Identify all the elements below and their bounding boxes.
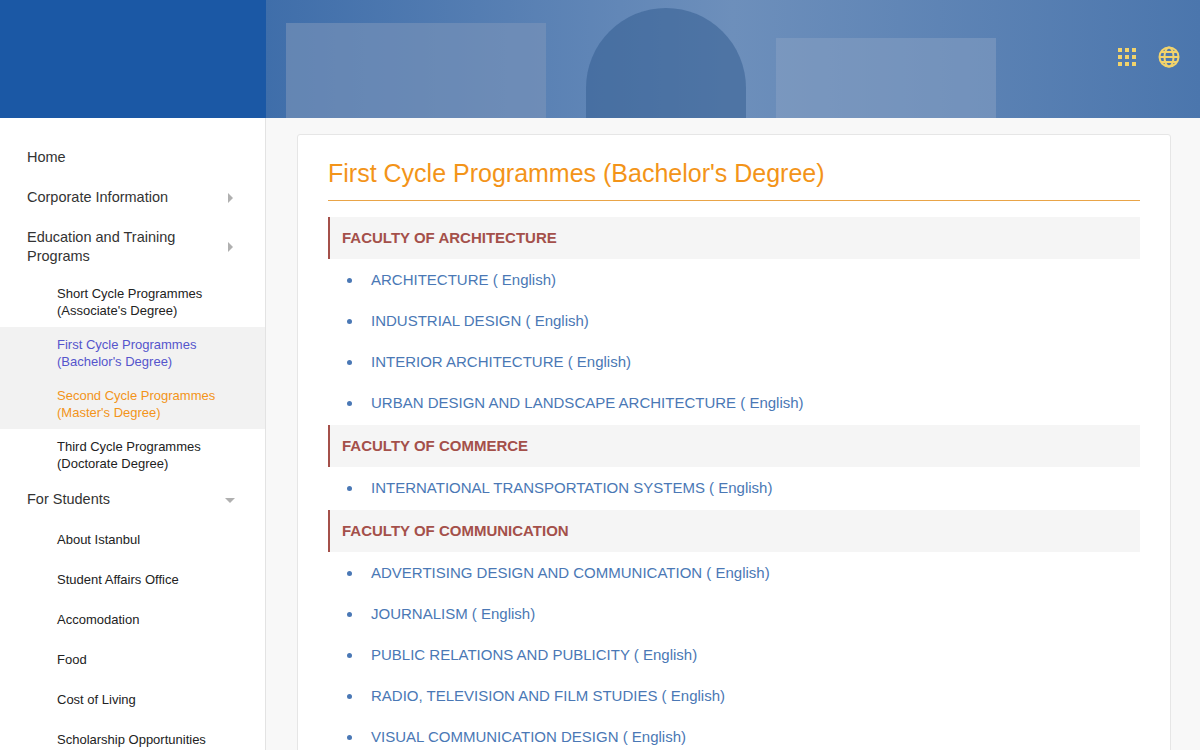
programme-link[interactable]: PUBLIC RELATIONS AND PUBLICITY ( English…: [371, 644, 697, 667]
programme-item: INDUSTRIAL DESIGN ( English): [328, 301, 1140, 342]
sidebar-item[interactable]: Third Cycle Programmes (Doctorate Degree…: [0, 429, 265, 480]
programme-item: PUBLIC RELATIONS AND PUBLICITY ( English…: [328, 635, 1140, 676]
page-title: First Cycle Programmes (Bachelor's Degre…: [328, 157, 1140, 201]
apps-grid-icon[interactable]: [1118, 48, 1136, 66]
bullet-icon: [347, 278, 352, 283]
programme-item: URBAN DESIGN AND LANDSCAPE ARCHITECTURE …: [328, 383, 1140, 424]
sidebar-item[interactable]: Student Affairs Office: [0, 560, 265, 600]
programme-item: VISUAL COMMUNICATION DESIGN ( English): [328, 717, 1140, 750]
programme-link[interactable]: INTERIOR ARCHITECTURE ( English): [371, 351, 631, 374]
faculty-header: FACULTY OF ARCHITECTURE: [328, 217, 1140, 259]
programme-link[interactable]: ARCHITECTURE ( English): [371, 269, 556, 292]
sidebar-item[interactable]: Scholarship Opportunities: [0, 720, 265, 750]
sidebar-item[interactable]: Cost of Living: [0, 680, 265, 720]
programme-item: ADVERTISING DESIGN AND COMMUNICATION ( E…: [328, 553, 1140, 594]
programme-list: ARCHITECTURE ( English) INDUSTRIAL DESIGN…: [328, 259, 1140, 425]
sidebar-item[interactable]: About Istanbul: [0, 520, 265, 560]
programme-link[interactable]: JOURNALISM ( English): [371, 603, 535, 626]
programme-item: INTERIOR ARCHITECTURE ( English): [328, 342, 1140, 383]
programme-item: ARCHITECTURE ( English): [328, 260, 1140, 301]
site-header: [0, 0, 1200, 118]
programme-link[interactable]: INTERNATIONAL TRANSPORTATION SYSTEMS ( E…: [371, 477, 772, 500]
faculty-header: FACULTY OF COMMUNICATION: [328, 510, 1140, 552]
bullet-icon: [347, 401, 352, 406]
faculty-header: FACULTY OF COMMERCE: [328, 425, 1140, 467]
header-logo-area: [0, 0, 266, 118]
globe-icon[interactable]: [1158, 46, 1180, 68]
sidebar: HomeCorporate InformationEducation and T…: [0, 118, 266, 750]
content-area: First Cycle Programmes (Bachelor's Degre…: [266, 118, 1200, 750]
bullet-icon: [347, 571, 352, 576]
bullet-icon: [347, 612, 352, 617]
programme-link[interactable]: INDUSTRIAL DESIGN ( English): [371, 310, 589, 333]
content-card: First Cycle Programmes (Bachelor's Degre…: [297, 134, 1171, 750]
sidebar-item[interactable]: First Cycle Programmes (Bachelor's Degre…: [0, 327, 265, 378]
sidebar-item[interactable]: Food: [0, 640, 265, 680]
header-photo: [266, 0, 1200, 118]
sidebar-item[interactable]: Short Cycle Programmes (Associate's Degr…: [0, 276, 265, 327]
caret-right-icon[interactable]: [225, 242, 235, 252]
bullet-icon: [347, 486, 352, 491]
sidebar-item[interactable]: Accomodation: [0, 600, 265, 640]
sidebar-item[interactable]: Education and Training Programs: [0, 218, 265, 276]
programme-link[interactable]: VISUAL COMMUNICATION DESIGN ( English): [371, 726, 686, 749]
bullet-icon: [347, 319, 352, 324]
bullet-icon: [347, 735, 352, 740]
programme-link[interactable]: ADVERTISING DESIGN AND COMMUNICATION ( E…: [371, 562, 770, 585]
programme-item: INTERNATIONAL TRANSPORTATION SYSTEMS ( E…: [328, 468, 1140, 509]
programme-link[interactable]: URBAN DESIGN AND LANDSCAPE ARCHITECTURE …: [371, 392, 804, 415]
sidebar-item[interactable]: Home: [0, 138, 265, 178]
sidebar-item[interactable]: Corporate Information: [0, 178, 265, 218]
caret-right-icon[interactable]: [225, 193, 235, 203]
programme-item: JOURNALISM ( English): [328, 594, 1140, 635]
programme-link[interactable]: RADIO, TELEVISION AND FILM STUDIES ( Eng…: [371, 685, 725, 708]
caret-down-icon[interactable]: [225, 495, 235, 505]
programme-item: RADIO, TELEVISION AND FILM STUDIES ( Eng…: [328, 676, 1140, 717]
sidebar-item[interactable]: Second Cycle Programmes (Master's Degree…: [0, 378, 265, 429]
sidebar-item[interactable]: For Students: [0, 480, 265, 520]
bullet-icon: [347, 360, 352, 365]
bullet-icon: [347, 653, 352, 658]
bullet-icon: [347, 694, 352, 699]
programme-list: ADVERTISING DESIGN AND COMMUNICATION ( E…: [328, 552, 1140, 750]
programme-list: INTERNATIONAL TRANSPORTATION SYSTEMS ( E…: [328, 467, 1140, 510]
